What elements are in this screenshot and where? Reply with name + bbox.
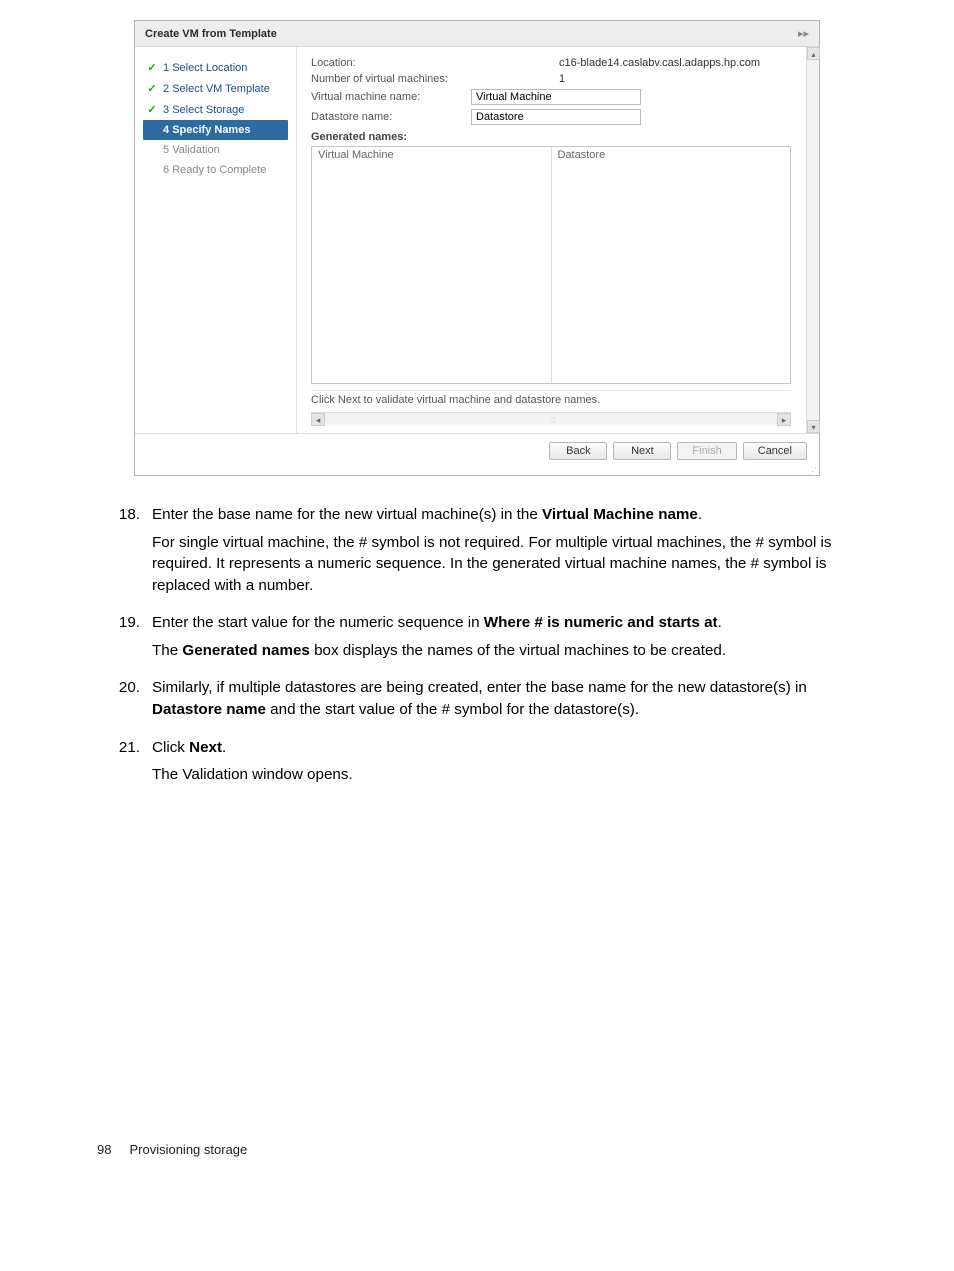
scroll-left-icon[interactable]: ◂ bbox=[311, 413, 325, 426]
finish-button: Finish bbox=[677, 442, 736, 460]
step-specify-names[interactable]: 4 Specify Names bbox=[143, 120, 288, 140]
list-item: 19. Enter the start value for the numeri… bbox=[118, 612, 864, 667]
step-select-vm-template[interactable]: ✓ 2 Select VM Template bbox=[143, 78, 288, 99]
scroll-up-icon[interactable]: ▴ bbox=[807, 47, 820, 60]
next-button[interactable]: Next bbox=[613, 442, 671, 460]
wizard-sidebar: ✓ 1 Select Location ✓ 2 Select VM Templa… bbox=[135, 47, 297, 433]
scroll-grip-icon[interactable]: :: bbox=[551, 415, 555, 424]
check-icon: ✓ bbox=[147, 82, 157, 95]
dialog-title-text: Create VM from Template bbox=[145, 28, 277, 40]
numvm-label: Number of virtual machines: bbox=[311, 73, 471, 85]
list-item: 18. Enter the base name for the new virt… bbox=[118, 504, 864, 602]
dsname-input[interactable] bbox=[471, 109, 641, 125]
dsname-label: Datastore name: bbox=[311, 111, 471, 123]
instruction-text: 18. Enter the base name for the new virt… bbox=[0, 504, 954, 792]
step-select-location[interactable]: ✓ 1 Select Location bbox=[143, 57, 288, 78]
generated-names-label: Generated names: bbox=[311, 131, 791, 143]
location-label: Location: bbox=[311, 57, 471, 69]
list-item: 21. Click Next. The Validation window op… bbox=[118, 737, 864, 792]
back-button[interactable]: Back bbox=[549, 442, 607, 460]
list-item: 20. Similarly, if multiple datastores ar… bbox=[118, 677, 864, 726]
generated-ds-column: Datastore bbox=[552, 147, 791, 383]
expand-icon[interactable]: ▸▸ bbox=[798, 27, 809, 40]
vmname-label: Virtual machine name: bbox=[311, 91, 471, 103]
page-footer: 98 Provisioning storage bbox=[0, 1142, 954, 1157]
check-icon: ✓ bbox=[147, 61, 157, 74]
scroll-down-icon[interactable]: ▾ bbox=[807, 420, 820, 433]
horizontal-scrollbar[interactable]: ◂ :: ▸ bbox=[311, 412, 791, 425]
generated-names-table: Virtual Machine Datastore bbox=[311, 146, 791, 384]
numvm-value: 1 bbox=[559, 73, 565, 85]
step-validation: 5 Validation bbox=[143, 140, 288, 160]
dialog-titlebar: Create VM from Template ▸▸ bbox=[135, 21, 819, 47]
create-vm-dialog: Create VM from Template ▸▸ ✓ 1 Select Lo… bbox=[134, 20, 820, 476]
page-number: 98 bbox=[97, 1142, 111, 1157]
resize-grip-icon[interactable]: ⋰ bbox=[135, 468, 819, 475]
generated-vm-column: Virtual Machine bbox=[312, 147, 552, 383]
check-icon: ✓ bbox=[147, 103, 157, 116]
vertical-scrollbar[interactable]: ▴ ▾ bbox=[806, 47, 819, 433]
step-ready-to-complete: 6 Ready to Complete bbox=[143, 160, 288, 180]
step-select-storage[interactable]: ✓ 3 Select Storage bbox=[143, 99, 288, 120]
location-value: c16-blade14.caslabv.casl.adapps.hp.com bbox=[559, 57, 760, 69]
vmname-input[interactable] bbox=[471, 89, 641, 105]
cancel-button[interactable]: Cancel bbox=[743, 442, 807, 460]
hint-text: Click Next to validate virtual machine a… bbox=[311, 390, 791, 406]
wizard-main-panel: Location: c16-blade14.caslabv.casl.adapp… bbox=[297, 47, 819, 433]
scroll-right-icon[interactable]: ▸ bbox=[777, 413, 791, 426]
section-name: Provisioning storage bbox=[129, 1142, 247, 1157]
dialog-button-row: Back Next Finish Cancel bbox=[135, 434, 819, 468]
